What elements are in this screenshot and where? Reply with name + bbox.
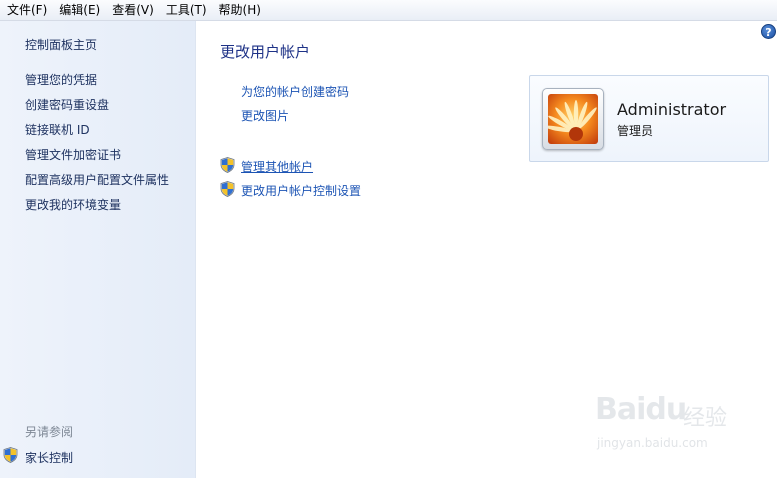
manage-other-accounts-link[interactable]: 管理其他帐户 — [241, 158, 313, 175]
sidebar-link-parental-controls[interactable]: 家长控制 — [25, 449, 73, 466]
sidebar: 控制面板主页 管理您的凭据 创建密码重设盘 链接联机 ID 管理文件加密证书 配… — [0, 21, 196, 478]
sidebar-link-profile-properties[interactable]: 配置高级用户配置文件属性 — [25, 171, 169, 188]
watermark: Baidu 经验 jingyan.baidu.com — [595, 392, 745, 462]
menu-bar: 文件(F) 编辑(E) 查看(V) 工具(T) 帮助(H) — [0, 0, 777, 21]
menu-edit[interactable]: 编辑(E) — [54, 0, 105, 20]
watermark-text: 经验 — [683, 406, 728, 431]
menu-view[interactable]: 查看(V) — [107, 0, 159, 20]
flower-avatar-icon — [548, 94, 598, 144]
sidebar-link-online-id[interactable]: 链接联机 ID — [25, 121, 90, 138]
page-title: 更改用户帐户 — [220, 43, 311, 61]
menu-file[interactable]: 文件(F) — [2, 0, 52, 20]
account-card: Administrator 管理员 — [529, 75, 769, 162]
uac-shield-icon — [3, 447, 18, 463]
account-name: Administrator — [617, 100, 727, 119]
uac-shield-icon — [220, 181, 235, 197]
uac-settings-link[interactable]: 更改用户帐户控制设置 — [241, 182, 361, 199]
watermark-logo: Baidu — [595, 392, 687, 427]
sidebar-link-control-panel-home[interactable]: 控制面板主页 — [25, 36, 97, 53]
sidebar-link-manage-credentials[interactable]: 管理您的凭据 — [25, 71, 97, 88]
sidebar-link-encryption-certs[interactable]: 管理文件加密证书 — [25, 146, 121, 163]
help-icon[interactable]: ? — [761, 24, 776, 39]
uac-shield-icon — [220, 157, 235, 173]
create-password-link[interactable]: 为您的帐户创建密码 — [241, 83, 349, 100]
avatar[interactable] — [542, 88, 604, 150]
change-picture-link[interactable]: 更改图片 — [241, 107, 289, 124]
sidebar-link-create-reset-disk[interactable]: 创建密码重设盘 — [25, 96, 109, 113]
sidebar-link-environment-variables[interactable]: 更改我的环境变量 — [25, 196, 121, 213]
menu-tools[interactable]: 工具(T) — [161, 0, 212, 20]
menu-help[interactable]: 帮助(H) — [214, 0, 266, 20]
see-also-heading: 另请参阅 — [25, 425, 74, 439]
watermark-url: jingyan.baidu.com — [597, 436, 708, 450]
account-role: 管理员 — [617, 124, 654, 138]
